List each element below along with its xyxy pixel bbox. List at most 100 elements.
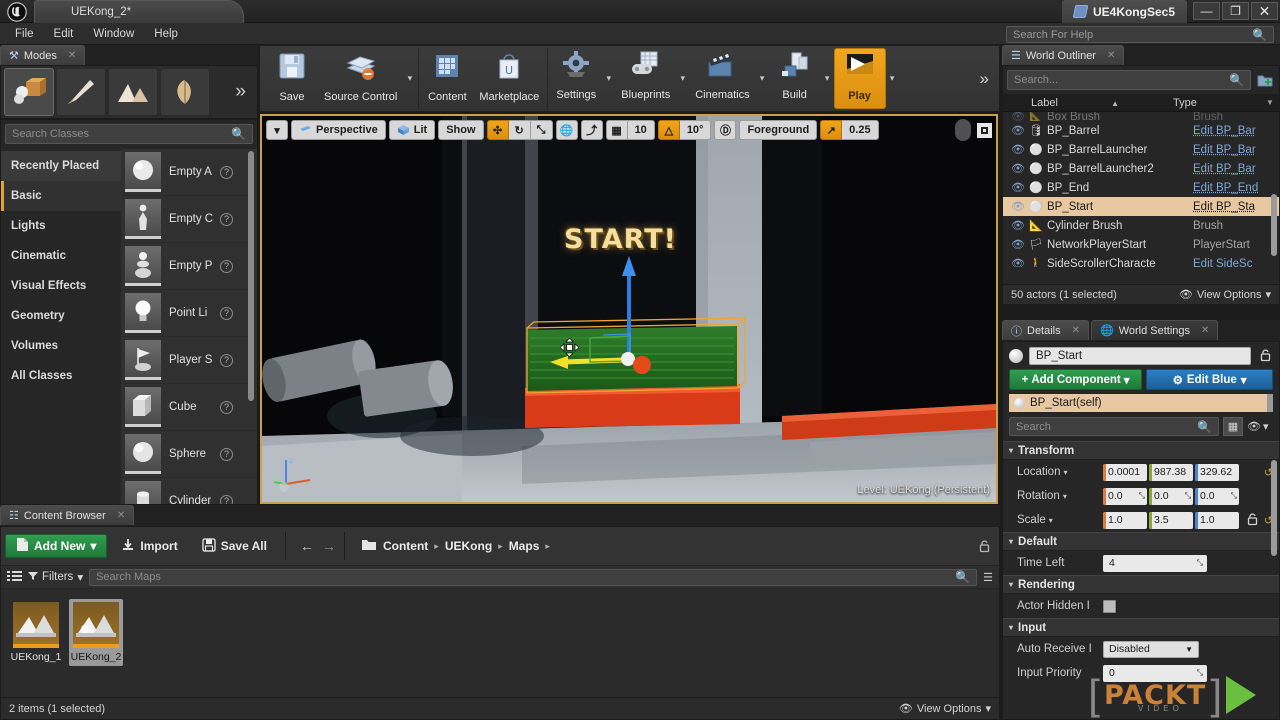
add-component-button[interactable]: + Add Component ▾	[1009, 369, 1143, 390]
rotate-tool-icon[interactable]: ↻	[508, 120, 531, 140]
save-all-button[interactable]: Save All	[192, 534, 277, 558]
section-default[interactable]: ▾ Default	[1003, 532, 1279, 551]
actor-type[interactable]: Edit BP_Bar	[1193, 163, 1279, 175]
actor-name-input[interactable]: BP_Start	[1029, 347, 1251, 365]
chevron-down-icon[interactable]: ▾	[756, 48, 769, 109]
spinner-icon[interactable]: ⤡	[1231, 491, 1237, 501]
help-search-input[interactable]: Search For Help 🔍	[1006, 26, 1274, 43]
time-left-input[interactable]: 4 ⤡	[1103, 554, 1207, 572]
view-list-icon[interactable]	[7, 570, 22, 585]
chevron-down-icon[interactable]: ▾	[821, 48, 834, 109]
cinematics-button[interactable]: Cinematics	[689, 48, 755, 109]
table-row[interactable]: 👁 ⚪ BP_BarrelLauncher Edit BP_Bar	[1003, 140, 1279, 159]
tab-modes[interactable]: ⚒ Modes ✕	[0, 45, 86, 65]
component-tree-scrollbar[interactable]	[1267, 394, 1273, 412]
placement-asset-item[interactable]: Player S ?	[121, 337, 257, 384]
camera-speed-icon[interactable]: ↗	[820, 120, 843, 140]
chevron-down-icon[interactable]: ▾	[403, 48, 416, 109]
menu-help[interactable]: Help	[145, 26, 187, 42]
place-mode-button[interactable]	[4, 68, 54, 116]
surface-snap-icon[interactable]: ⤴	[580, 120, 603, 140]
location-z-input[interactable]: 329.62	[1195, 463, 1239, 481]
table-row[interactable]: 👁 🛢 BP_Barrel Edit BP_Bar	[1003, 121, 1279, 140]
property-label[interactable]: Scale ▾	[1017, 514, 1103, 526]
breadcrumb-uekong[interactable]: UEKong	[445, 539, 492, 553]
content-browser-settings-icon[interactable]: ☰	[983, 571, 993, 584]
visibility-eye-icon[interactable]: 👁	[1011, 112, 1029, 121]
visibility-eye-icon[interactable]: 👁	[1011, 257, 1029, 267]
category-all-classes[interactable]: All Classes	[1, 361, 121, 391]
actor-type[interactable]: Edit BP_Bar	[1193, 144, 1279, 156]
placement-scrollbar[interactable]	[248, 151, 254, 401]
asset-tile-selected[interactable]: UEKong_2	[69, 599, 123, 666]
placement-asset-item[interactable]: Point Li ?	[121, 290, 257, 337]
category-volumes[interactable]: Volumes	[1, 331, 121, 361]
table-row[interactable]: 👁 ⚪ BP_BarrelLauncher2 Edit BP_Bar	[1003, 159, 1279, 178]
visibility-eye-icon[interactable]: 👁	[1011, 162, 1029, 175]
create-folder-icon[interactable]	[1255, 70, 1275, 90]
help-icon[interactable]: ?	[220, 212, 233, 226]
source-control-button[interactable]: Source Control	[318, 48, 403, 109]
close-icon[interactable]: ✕	[1072, 325, 1080, 336]
section-rendering[interactable]: ▾ Rendering	[1003, 575, 1279, 594]
nav-forward-button[interactable]: →	[322, 538, 336, 554]
tab-world-outliner[interactable]: ☰ World Outliner ✕	[1002, 45, 1125, 65]
tab-content-browser[interactable]: ☷ Content Browser ✕	[0, 505, 135, 525]
actor-type[interactable]: Edit BP_End	[1193, 182, 1279, 194]
table-row[interactable]: 👁 🚶 SideScrollerCharacte Edit SideSc	[1003, 254, 1279, 268]
asset-tile[interactable]: UEKong_1	[9, 599, 63, 666]
rotation-z-input[interactable]: 0.0 ⤡	[1195, 487, 1239, 505]
import-button[interactable]: Import	[111, 534, 187, 558]
actor-hidden-checkbox[interactable]	[1103, 599, 1116, 613]
camera-speed-preset[interactable]: Foreground	[739, 120, 818, 140]
lock-content-browser-icon[interactable]	[978, 539, 991, 556]
help-icon[interactable]: ?	[220, 306, 233, 320]
close-button[interactable]: ✕	[1251, 2, 1278, 20]
visibility-eye-icon[interactable]: 👁	[1011, 143, 1029, 156]
component-root-row[interactable]: BP_Start(self)	[1009, 394, 1273, 412]
location-x-input[interactable]: 0.0001	[1103, 463, 1147, 481]
tab-details[interactable]: ⓘ Details ✕	[1002, 320, 1090, 340]
help-icon[interactable]: ?	[220, 494, 233, 504]
close-icon[interactable]: ✕	[117, 510, 125, 521]
grid-snap-value[interactable]: 10	[627, 120, 655, 140]
placement-asset-item[interactable]: Empty P ?	[121, 243, 257, 290]
placement-asset-item[interactable]: Empty A ?	[121, 149, 257, 196]
breadcrumb-content[interactable]: Content	[383, 539, 428, 553]
scale-tool-icon[interactable]: ⤡	[530, 120, 553, 140]
actor-type[interactable]: Edit BP_Bar	[1193, 125, 1279, 137]
placement-asset-item[interactable]: Cube ?	[121, 384, 257, 431]
content-button[interactable]: Content	[421, 48, 473, 109]
chevron-down-icon[interactable]: ▾	[602, 48, 615, 109]
viewport-options-menu[interactable]: ▾	[266, 120, 288, 140]
placement-asset-item[interactable]: Empty C ?	[121, 196, 257, 243]
tab-world-settings[interactable]: 🌐 World Settings ✕	[1091, 320, 1219, 340]
help-icon[interactable]: ?	[220, 259, 233, 273]
maximize-button[interactable]: ❐	[1222, 2, 1249, 20]
translate-tool-icon[interactable]: ✣	[486, 120, 509, 140]
actor-type[interactable]: Edit SideSc	[1193, 258, 1279, 268]
placement-asset-item[interactable]: Sphere ?	[121, 431, 257, 478]
scale-x-input[interactable]: 1.0	[1103, 511, 1147, 529]
category-geometry[interactable]: Geometry	[1, 301, 121, 331]
play-button[interactable]: Play	[833, 48, 886, 109]
settings-button[interactable]: Settings	[550, 48, 602, 109]
menu-file[interactable]: File	[6, 26, 43, 42]
angle-snap-value[interactable]: 10°	[679, 120, 712, 140]
scale-z-input[interactable]: 1.0	[1195, 511, 1239, 529]
content-browser-view-options-button[interactable]: 👁 View Options ▾	[899, 702, 991, 716]
category-lights[interactable]: Lights	[1, 211, 121, 241]
build-button[interactable]: Build	[769, 48, 821, 109]
visibility-eye-icon[interactable]: 👁	[1011, 124, 1029, 137]
property-label[interactable]: Rotation ▾	[1017, 490, 1103, 502]
window-title-tab[interactable]: UE4KongSec5	[1061, 0, 1187, 23]
scale-lock-ratio-icon[interactable]	[1246, 512, 1259, 529]
marketplace-button[interactable]: U Marketplace	[473, 48, 545, 109]
chevron-down-icon[interactable]: ▾	[886, 48, 899, 109]
help-icon[interactable]: ?	[220, 400, 233, 414]
spinner-icon[interactable]: ⤡	[1197, 558, 1203, 568]
scale-snap-icon[interactable]: Ⓓ	[714, 120, 737, 140]
outliner-search-input[interactable]: Search... 🔍	[1007, 70, 1251, 90]
edit-blueprint-button[interactable]: ⚙ Edit Blue ▾	[1146, 369, 1273, 390]
nav-back-button[interactable]: ←	[300, 538, 314, 554]
